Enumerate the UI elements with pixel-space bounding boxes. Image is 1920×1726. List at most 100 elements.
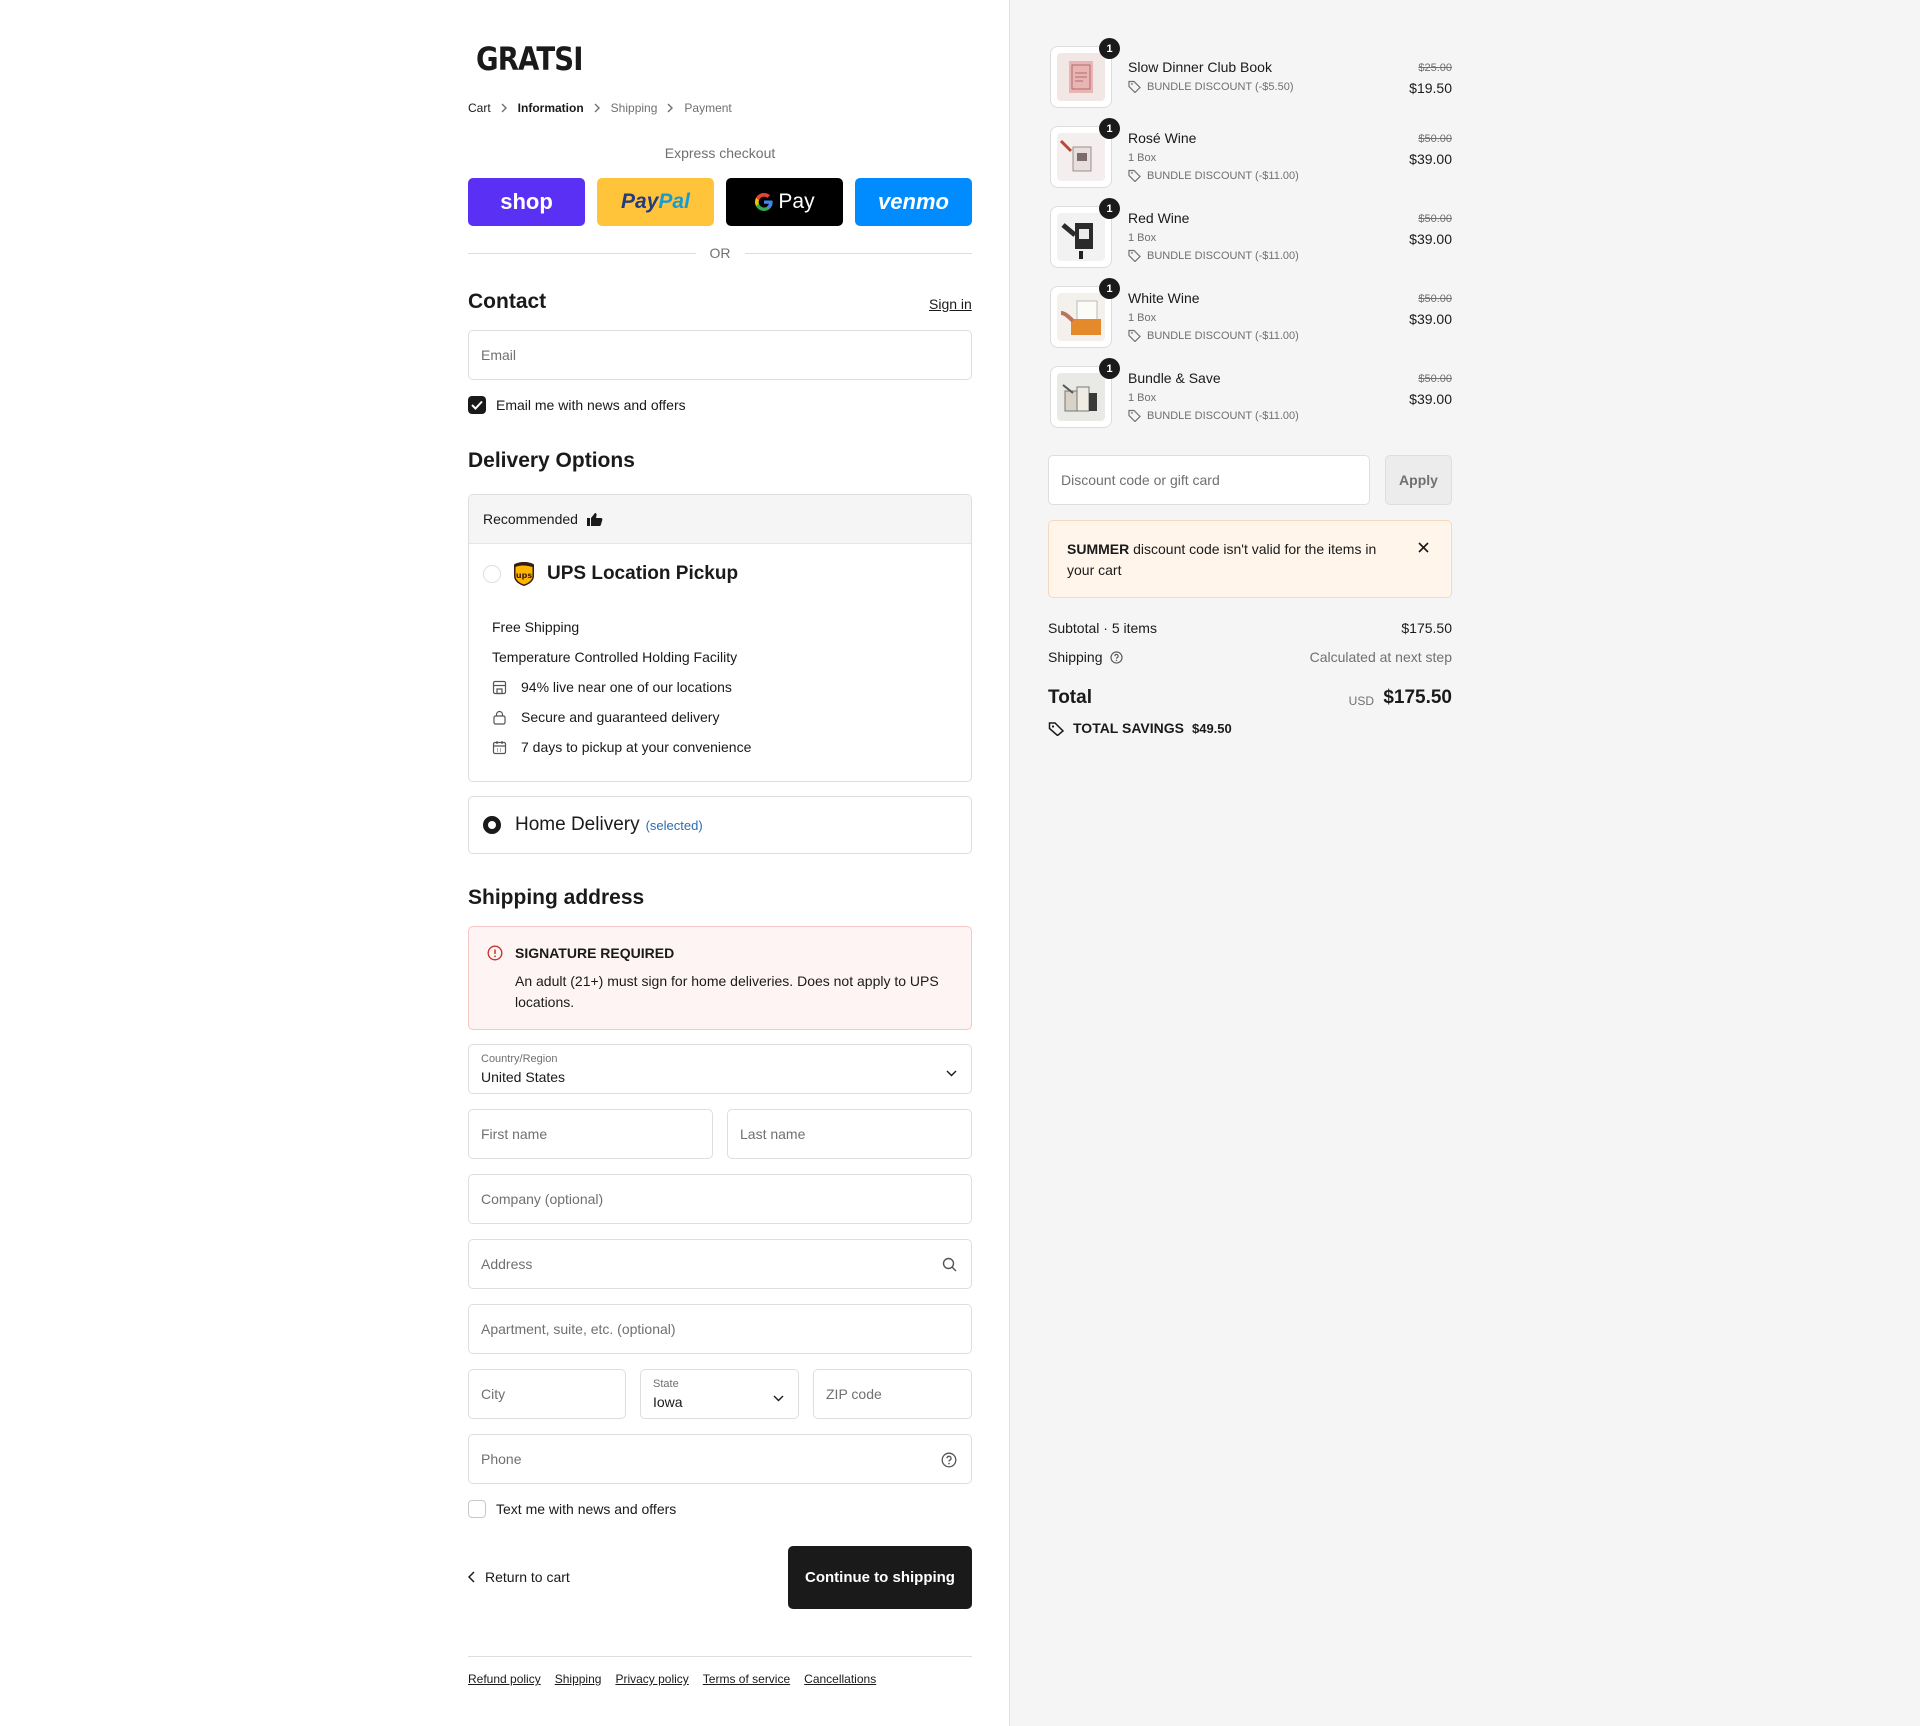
item-original-price: $50.00 xyxy=(1418,213,1452,225)
sms-optin[interactable]: Text me with news and offers xyxy=(468,1500,676,1518)
item-name: Rosé Wine xyxy=(1128,130,1197,146)
check-icon xyxy=(471,400,483,410)
or-label: OR xyxy=(709,245,731,261)
ups-pickup-option[interactable]: Recommended ups UPS Location Pickup Free… xyxy=(468,494,972,782)
checkbox-unchecked[interactable] xyxy=(468,1500,486,1518)
shipping-label: Shipping xyxy=(1048,649,1103,665)
calendar-icon xyxy=(492,740,508,755)
shop-pay-label: shop xyxy=(500,189,553,214)
product-thumbnail: 1 xyxy=(1050,198,1120,268)
signature-title: SIGNATURE REQUIRED xyxy=(515,945,675,961)
refund-policy-link[interactable]: Refund policy xyxy=(468,1672,541,1686)
terms-of-service-link[interactable]: Terms of service xyxy=(703,1672,790,1686)
item-original-price: $25.00 xyxy=(1418,62,1452,74)
item-discount: BUNDLE DISCOUNT (-$11.00) xyxy=(1128,249,1299,262)
subtotal-label: Subtotal · 5 items xyxy=(1048,620,1157,636)
item-discount-text: BUNDLE DISCOUNT (-$11.00) xyxy=(1147,409,1299,422)
total-savings: TOTAL SAVINGS $49.50 xyxy=(1048,720,1232,736)
ups-radio[interactable] xyxy=(483,565,501,583)
quantity-badge: 1 xyxy=(1099,358,1120,379)
discount-code-name: SUMMER xyxy=(1067,541,1130,557)
apartment-field[interactable]: Apartment, suite, etc. (optional) xyxy=(468,1304,972,1354)
paypal-label-pay: Pay xyxy=(621,190,659,213)
zip-placeholder: ZIP code xyxy=(826,1386,882,1402)
chevron-right-icon xyxy=(594,103,601,113)
tag-icon xyxy=(1048,721,1065,736)
discount-code-field[interactable]: Discount code or gift card xyxy=(1048,455,1370,505)
state-value: Iowa xyxy=(653,1394,683,1410)
shipping-value: Calculated at next step xyxy=(1309,649,1452,665)
chevron-down-icon xyxy=(773,1389,784,1405)
first-name-field[interactable]: First name xyxy=(468,1109,713,1159)
company-placeholder: Company (optional) xyxy=(481,1191,604,1207)
quantity-badge: 1 xyxy=(1099,118,1120,139)
item-variant: 1 Box xyxy=(1128,232,1157,244)
breadcrumb-shipping: Shipping xyxy=(610,101,658,115)
ups-logo-icon: ups xyxy=(513,561,535,587)
shop-pay-button[interactable]: shop xyxy=(468,178,585,226)
company-field[interactable]: Company (optional) xyxy=(468,1174,972,1224)
country-select[interactable]: Country/Region United States xyxy=(468,1044,972,1094)
email-optin-label: Email me with news and offers xyxy=(496,397,686,413)
ups-option-header[interactable]: ups UPS Location Pickup xyxy=(483,561,738,587)
home-delivery-radio[interactable] xyxy=(483,816,501,834)
help-circle-icon[interactable] xyxy=(1110,651,1123,664)
item-discount: BUNDLE DISCOUNT (-$5.50) xyxy=(1128,80,1294,93)
breadcrumb-information: Information xyxy=(517,101,584,115)
shipping-row: Shipping Calculated at next step xyxy=(1048,649,1452,665)
subtotal-value: $175.50 xyxy=(1401,620,1452,636)
item-discount-text: BUNDLE DISCOUNT (-$11.00) xyxy=(1147,169,1299,182)
first-name-placeholder: First name xyxy=(481,1126,548,1142)
item-discount: BUNDLE DISCOUNT (-$11.00) xyxy=(1128,169,1299,182)
checkbox-checked[interactable] xyxy=(468,396,486,414)
cancellations-link[interactable]: Cancellations xyxy=(804,1672,876,1686)
paypal-button[interactable]: Pay Pal xyxy=(597,178,714,226)
home-delivery-label: Home Delivery xyxy=(515,814,640,835)
city-field[interactable]: City xyxy=(468,1369,626,1419)
tag-icon xyxy=(1128,409,1141,422)
close-icon[interactable] xyxy=(1418,542,1429,553)
address-field[interactable]: Address xyxy=(468,1239,972,1289)
home-delivery-option[interactable]: Home Delivery (selected) xyxy=(468,796,972,854)
chevron-right-icon xyxy=(667,103,674,113)
total-label: Total xyxy=(1048,687,1092,708)
email-optin[interactable]: Email me with news and offers xyxy=(468,396,686,414)
help-circle-icon[interactable] xyxy=(941,1452,957,1468)
apply-discount-button[interactable]: Apply xyxy=(1385,455,1452,505)
recommended-label: Recommended xyxy=(483,511,578,527)
sms-optin-label: Text me with news and offers xyxy=(496,1501,677,1517)
discount-warning-banner: SUMMER discount code isn't valid for the… xyxy=(1048,520,1452,598)
brand-logo[interactable]: GRATSI xyxy=(476,40,583,78)
total-currency: USD xyxy=(1348,694,1374,708)
sign-in-link[interactable]: Sign in xyxy=(929,296,972,312)
google-pay-button[interactable]: Pay xyxy=(726,178,843,226)
discount-warning-text: SUMMER discount code isn't valid for the… xyxy=(1067,539,1397,581)
city-placeholder: City xyxy=(481,1386,506,1402)
breadcrumb-cart[interactable]: Cart xyxy=(468,101,491,115)
privacy-policy-link[interactable]: Privacy policy xyxy=(615,1672,688,1686)
zip-field[interactable]: ZIP code xyxy=(813,1369,972,1419)
express-checkout-title: Express checkout xyxy=(664,145,776,161)
shipping-policy-link[interactable]: Shipping xyxy=(555,1672,602,1686)
item-discount: BUNDLE DISCOUNT (-$11.00) xyxy=(1128,409,1299,422)
continue-to-shipping-button[interactable]: Continue to shipping xyxy=(788,1546,972,1609)
rose-wine-image xyxy=(1057,133,1105,181)
ups-feature-text: 7 days to pickup at your convenience xyxy=(521,739,752,755)
discount-code-placeholder: Discount code or gift card xyxy=(1061,472,1220,488)
tag-icon xyxy=(1128,329,1141,342)
last-name-field[interactable]: Last name xyxy=(727,1109,972,1159)
item-original-price: $50.00 xyxy=(1418,133,1452,145)
item-price: $39.00 xyxy=(1409,151,1452,167)
venmo-button[interactable]: venmo xyxy=(855,178,972,226)
state-label: State xyxy=(653,1378,679,1390)
tag-icon xyxy=(1128,169,1141,182)
return-to-cart-label: Return to cart xyxy=(485,1569,570,1585)
total-savings-label: TOTAL SAVINGS xyxy=(1073,720,1184,736)
item-variant: 1 Box xyxy=(1128,392,1157,404)
return-to-cart-link[interactable]: Return to cart xyxy=(468,1569,570,1585)
phone-field[interactable]: Phone xyxy=(468,1434,972,1484)
email-field[interactable]: Email xyxy=(468,330,972,380)
state-select[interactable]: State Iowa xyxy=(640,1369,799,1419)
item-discount-text: BUNDLE DISCOUNT (-$11.00) xyxy=(1147,249,1299,262)
item-name: Slow Dinner Club Book xyxy=(1128,59,1272,75)
